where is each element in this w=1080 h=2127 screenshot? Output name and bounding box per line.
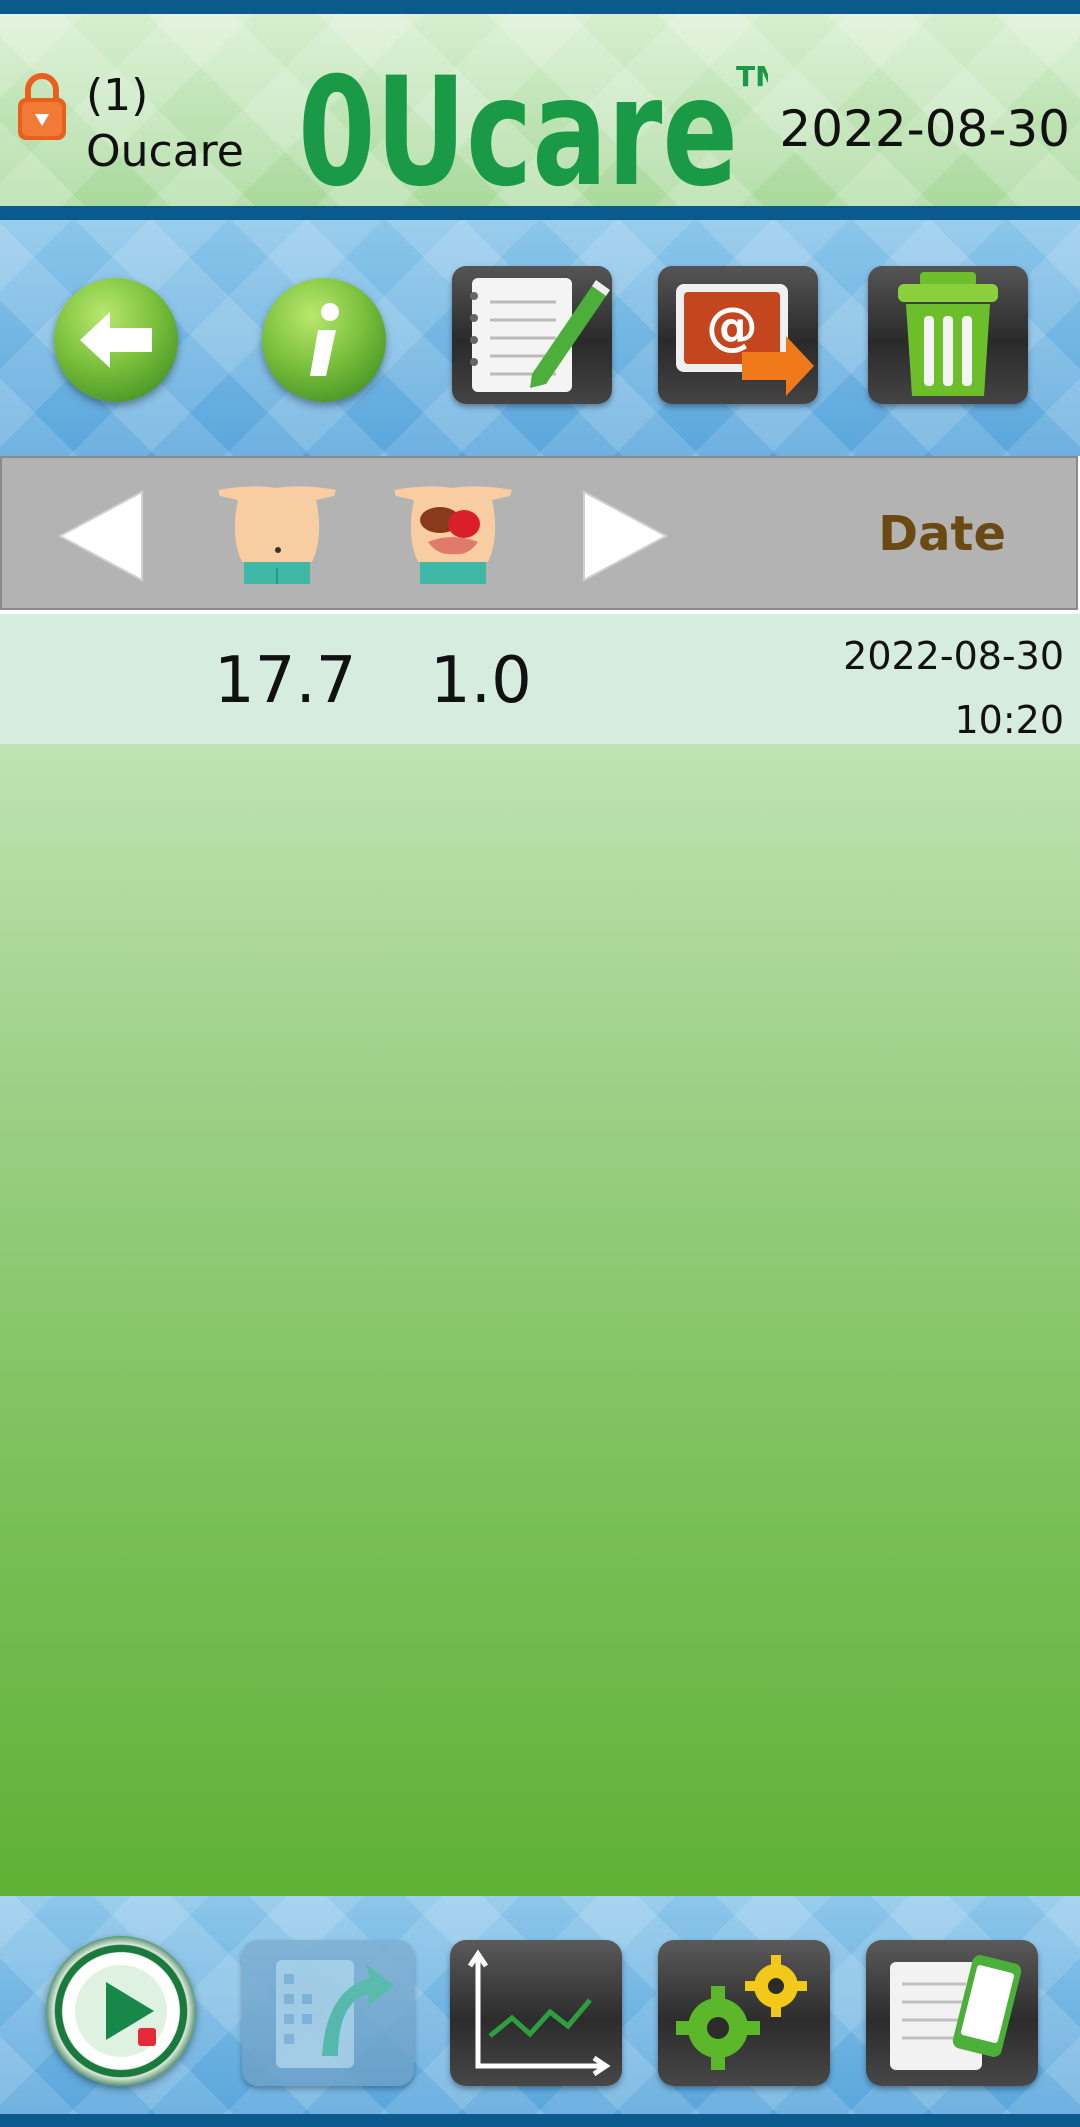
start-measure-button[interactable] (46, 1936, 196, 2086)
trash-icon (898, 272, 998, 396)
body-belly-icon (218, 486, 336, 584)
record-value-2: 1.0 (430, 644, 532, 718)
record-time: 10:20 (954, 698, 1064, 742)
settings-button[interactable] (658, 1940, 830, 2086)
bottom-strip (0, 2114, 1080, 2127)
oucare-logo: 0Ucare TM (298, 58, 768, 198)
notes-button[interactable] (452, 266, 612, 404)
header-date: 2022-08-30 (779, 100, 1070, 158)
date-column-label: Date (878, 506, 1006, 562)
top-strip (0, 0, 1080, 14)
body-organs-icon (394, 486, 512, 584)
back-arrow-icon (80, 312, 152, 368)
right-triangle-icon[interactable] (580, 488, 670, 584)
play-icon (75, 1965, 167, 2057)
svg-text:@: @ (706, 297, 758, 357)
user-id: (1) (86, 70, 149, 121)
table-row[interactable]: 17.7 1.0 2022-08-30 10:20 (0, 614, 1080, 744)
trend-graph-icon (467, 1949, 611, 2077)
email-export-icon: @ (676, 284, 814, 396)
left-triangle-icon[interactable] (56, 488, 146, 584)
lock-icon[interactable] (14, 70, 70, 142)
app-header: (1) Oucare 0Ucare TM 2022-08-30 (0, 14, 1080, 206)
email-export-button[interactable]: @ (658, 266, 818, 404)
logo-trademark: TM (736, 60, 768, 93)
record-value-1: 17.7 (214, 644, 357, 718)
logo-text: 0Ucare (298, 58, 738, 198)
header-divider (0, 206, 1080, 220)
user-name: Oucare (86, 126, 244, 177)
record-date: 2022-08-30 (843, 634, 1064, 678)
data-transfer-button[interactable] (242, 1940, 414, 2086)
gears-icon (676, 1955, 807, 2070)
delete-button[interactable] (868, 266, 1028, 404)
toolbar: @ (0, 220, 1080, 456)
phone-document-icon (890, 1955, 1022, 2070)
info-icon (310, 303, 339, 376)
notepad-pencil-icon (470, 278, 610, 392)
graph-button[interactable] (450, 1940, 622, 2086)
records-list-area (0, 744, 1080, 1896)
transfer-icon (276, 1960, 394, 2068)
device-records-button[interactable] (866, 1940, 1038, 2086)
info-button[interactable] (262, 278, 386, 402)
column-header: Date (0, 456, 1078, 610)
back-button[interactable] (54, 278, 178, 402)
